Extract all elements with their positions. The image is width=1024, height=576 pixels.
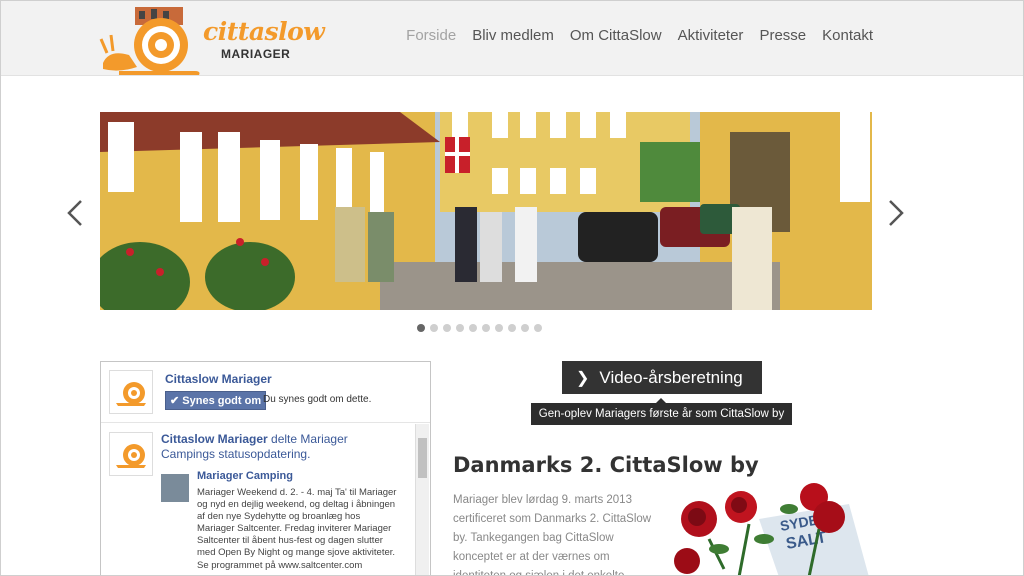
site-header: cittaslow MARIAGER Forside Bliv medlem O…	[1, 1, 1023, 77]
nav-item-om-cittaslow[interactable]: Om CittaSlow	[570, 27, 662, 44]
article-body: Mariager blev lørdag 9. marts 2013 certi…	[453, 494, 652, 576]
facebook-page-name[interactable]: Cittaslow Mariager	[165, 372, 272, 386]
logo-wordmark: cittaslow	[203, 17, 325, 46]
hero-slider[interactable]	[100, 112, 872, 310]
video-button[interactable]: ❯ Video-årsberetning	[562, 361, 762, 394]
slider-dot-6[interactable]	[482, 324, 490, 332]
post-author[interactable]: Cittaslow Mariager	[161, 432, 268, 446]
slider-dots	[417, 324, 542, 332]
like-button-label: Synes godt om	[182, 395, 262, 407]
facebook-header: Cittaslow Mariager ✔ Synes godt om Du sy…	[109, 370, 424, 424]
nav-item-forside[interactable]: Forside	[406, 27, 456, 44]
chevron-right-icon[interactable]	[885, 198, 907, 228]
slider-dot-3[interactable]	[443, 324, 451, 332]
nav-item-bliv-medlem[interactable]: Bliv medlem	[472, 27, 554, 44]
scrollbar-thumb[interactable]	[418, 438, 427, 478]
shared-avatar[interactable]	[161, 474, 189, 502]
video-tooltip: Gen-oplev Mariagers første år som CittaS…	[531, 398, 792, 425]
video-button-label: Video-årsberetning	[599, 367, 743, 387]
slider-dot-9[interactable]	[521, 324, 529, 332]
slider-dot-10[interactable]	[534, 324, 542, 332]
facebook-page-avatar[interactable]	[109, 370, 153, 414]
nav-item-presse[interactable]: Presse	[759, 27, 806, 44]
main-nav: Forside Bliv medlem Om CittaSlow Aktivit…	[406, 27, 873, 44]
slider-dot-4[interactable]	[456, 324, 464, 332]
snail-logo-icon	[99, 7, 200, 75]
roses-salt-image: SYDE SALT	[669, 479, 874, 575]
shared-text: Mariager Weekend d. 2. - 4. maj Ta' til …	[197, 487, 397, 571]
shared-author[interactable]: Mariager Camping	[197, 470, 293, 482]
slider-dot-1[interactable]	[417, 324, 425, 332]
post-avatar[interactable]	[109, 432, 153, 476]
nav-item-kontakt[interactable]: Kontakt	[822, 27, 873, 44]
snail-logo-icon	[116, 382, 146, 406]
slide-image	[100, 112, 872, 310]
post-header: Cittaslow Mariager delte Mariager Campin…	[161, 432, 361, 462]
logo-subtitle: MARIAGER	[221, 47, 291, 61]
page: cittaslow MARIAGER Forside Bliv medlem O…	[0, 0, 1024, 576]
chevron-right-icon: ❯	[576, 369, 590, 387]
facebook-widget: Cittaslow Mariager ✔ Synes godt om Du sy…	[100, 361, 431, 575]
slider-dot-7[interactable]	[495, 324, 503, 332]
scrollbar[interactable]	[415, 424, 429, 575]
chevron-left-icon[interactable]	[64, 198, 86, 228]
article-heading: Danmarks 2. CittaSlow by	[453, 453, 759, 477]
like-status: Du synes godt om dette.	[263, 394, 372, 405]
snail-logo-icon	[116, 444, 146, 468]
like-button[interactable]: ✔ Synes godt om	[165, 391, 267, 410]
divider	[101, 422, 430, 423]
nav-item-aktiviteter[interactable]: Aktiviteter	[678, 27, 744, 44]
slider-dot-5[interactable]	[469, 324, 477, 332]
slider-dot-2[interactable]	[430, 324, 438, 332]
slider-dot-8[interactable]	[508, 324, 516, 332]
site-logo[interactable]: cittaslow MARIAGER	[99, 5, 325, 77]
